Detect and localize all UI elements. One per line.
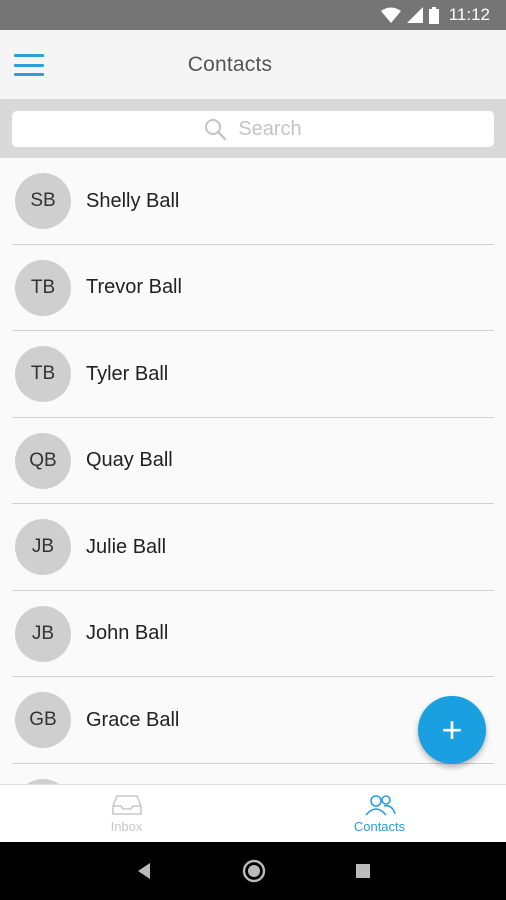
back-icon[interactable]	[135, 862, 153, 880]
recents-icon[interactable]	[355, 863, 371, 879]
contact-row-partial[interactable]	[0, 764, 506, 784]
battery-icon	[428, 6, 439, 24]
contact-name: Shelly Ball	[86, 189, 180, 212]
contact-row[interactable]: QB Quay Ball	[0, 418, 506, 505]
contact-name: Trevor Ball	[86, 276, 182, 299]
app-bar: Contacts	[0, 30, 506, 100]
contact-name: Quay Ball	[86, 449, 173, 472]
status-bar: 11:12	[0, 0, 506, 30]
contact-row[interactable]: JB Julie Ball	[0, 504, 506, 591]
search-icon	[205, 119, 227, 140]
contact-name: Julie Ball	[86, 535, 167, 558]
contact-row[interactable]: JB John Ball	[0, 591, 506, 678]
avatar: QB	[15, 432, 71, 489]
plus-icon: +	[441, 709, 463, 750]
search-bar: Search	[0, 100, 506, 158]
contact-row[interactable]: SB Shelly Ball	[0, 158, 506, 245]
bottom-nav: Inbox Contacts	[0, 784, 506, 842]
contact-row[interactable]: TB Tyler Ball	[0, 331, 506, 418]
system-nav-bar	[0, 842, 506, 900]
avatar: TB	[15, 259, 71, 316]
nav-tab-contacts[interactable]: Contacts	[253, 785, 506, 842]
add-contact-button[interactable]: +	[418, 696, 486, 764]
status-time: 11:12	[448, 5, 490, 24]
avatar: SB	[15, 173, 71, 230]
contact-row[interactable]: TB Trevor Ball	[0, 245, 506, 332]
search-placeholder: Search	[238, 117, 302, 140]
wifi-icon	[380, 7, 401, 23]
contact-name: John Ball	[86, 622, 169, 645]
avatar: GB	[15, 692, 71, 749]
home-icon[interactable]	[242, 859, 266, 883]
avatar: JB	[15, 519, 71, 576]
page-title: Contacts	[187, 52, 273, 76]
contact-list: SB Shelly Ball TB Trevor Ball TB Tyler B…	[0, 158, 506, 784]
avatar: TB	[15, 346, 71, 403]
search-input[interactable]: Search	[12, 111, 494, 147]
cell-signal-icon	[406, 7, 423, 23]
nav-tab-inbox[interactable]: Inbox	[0, 785, 253, 842]
status-icons	[380, 6, 439, 24]
avatar: JB	[15, 605, 71, 662]
people-icon	[364, 794, 396, 816]
hamburger-menu-icon[interactable]	[14, 52, 44, 78]
contact-name: Tyler Ball	[86, 362, 169, 385]
nav-label: Contacts	[353, 818, 406, 834]
contact-name: Grace Ball	[86, 708, 180, 731]
inbox-tray-icon	[111, 794, 142, 815]
nav-label: Inbox	[110, 818, 143, 834]
